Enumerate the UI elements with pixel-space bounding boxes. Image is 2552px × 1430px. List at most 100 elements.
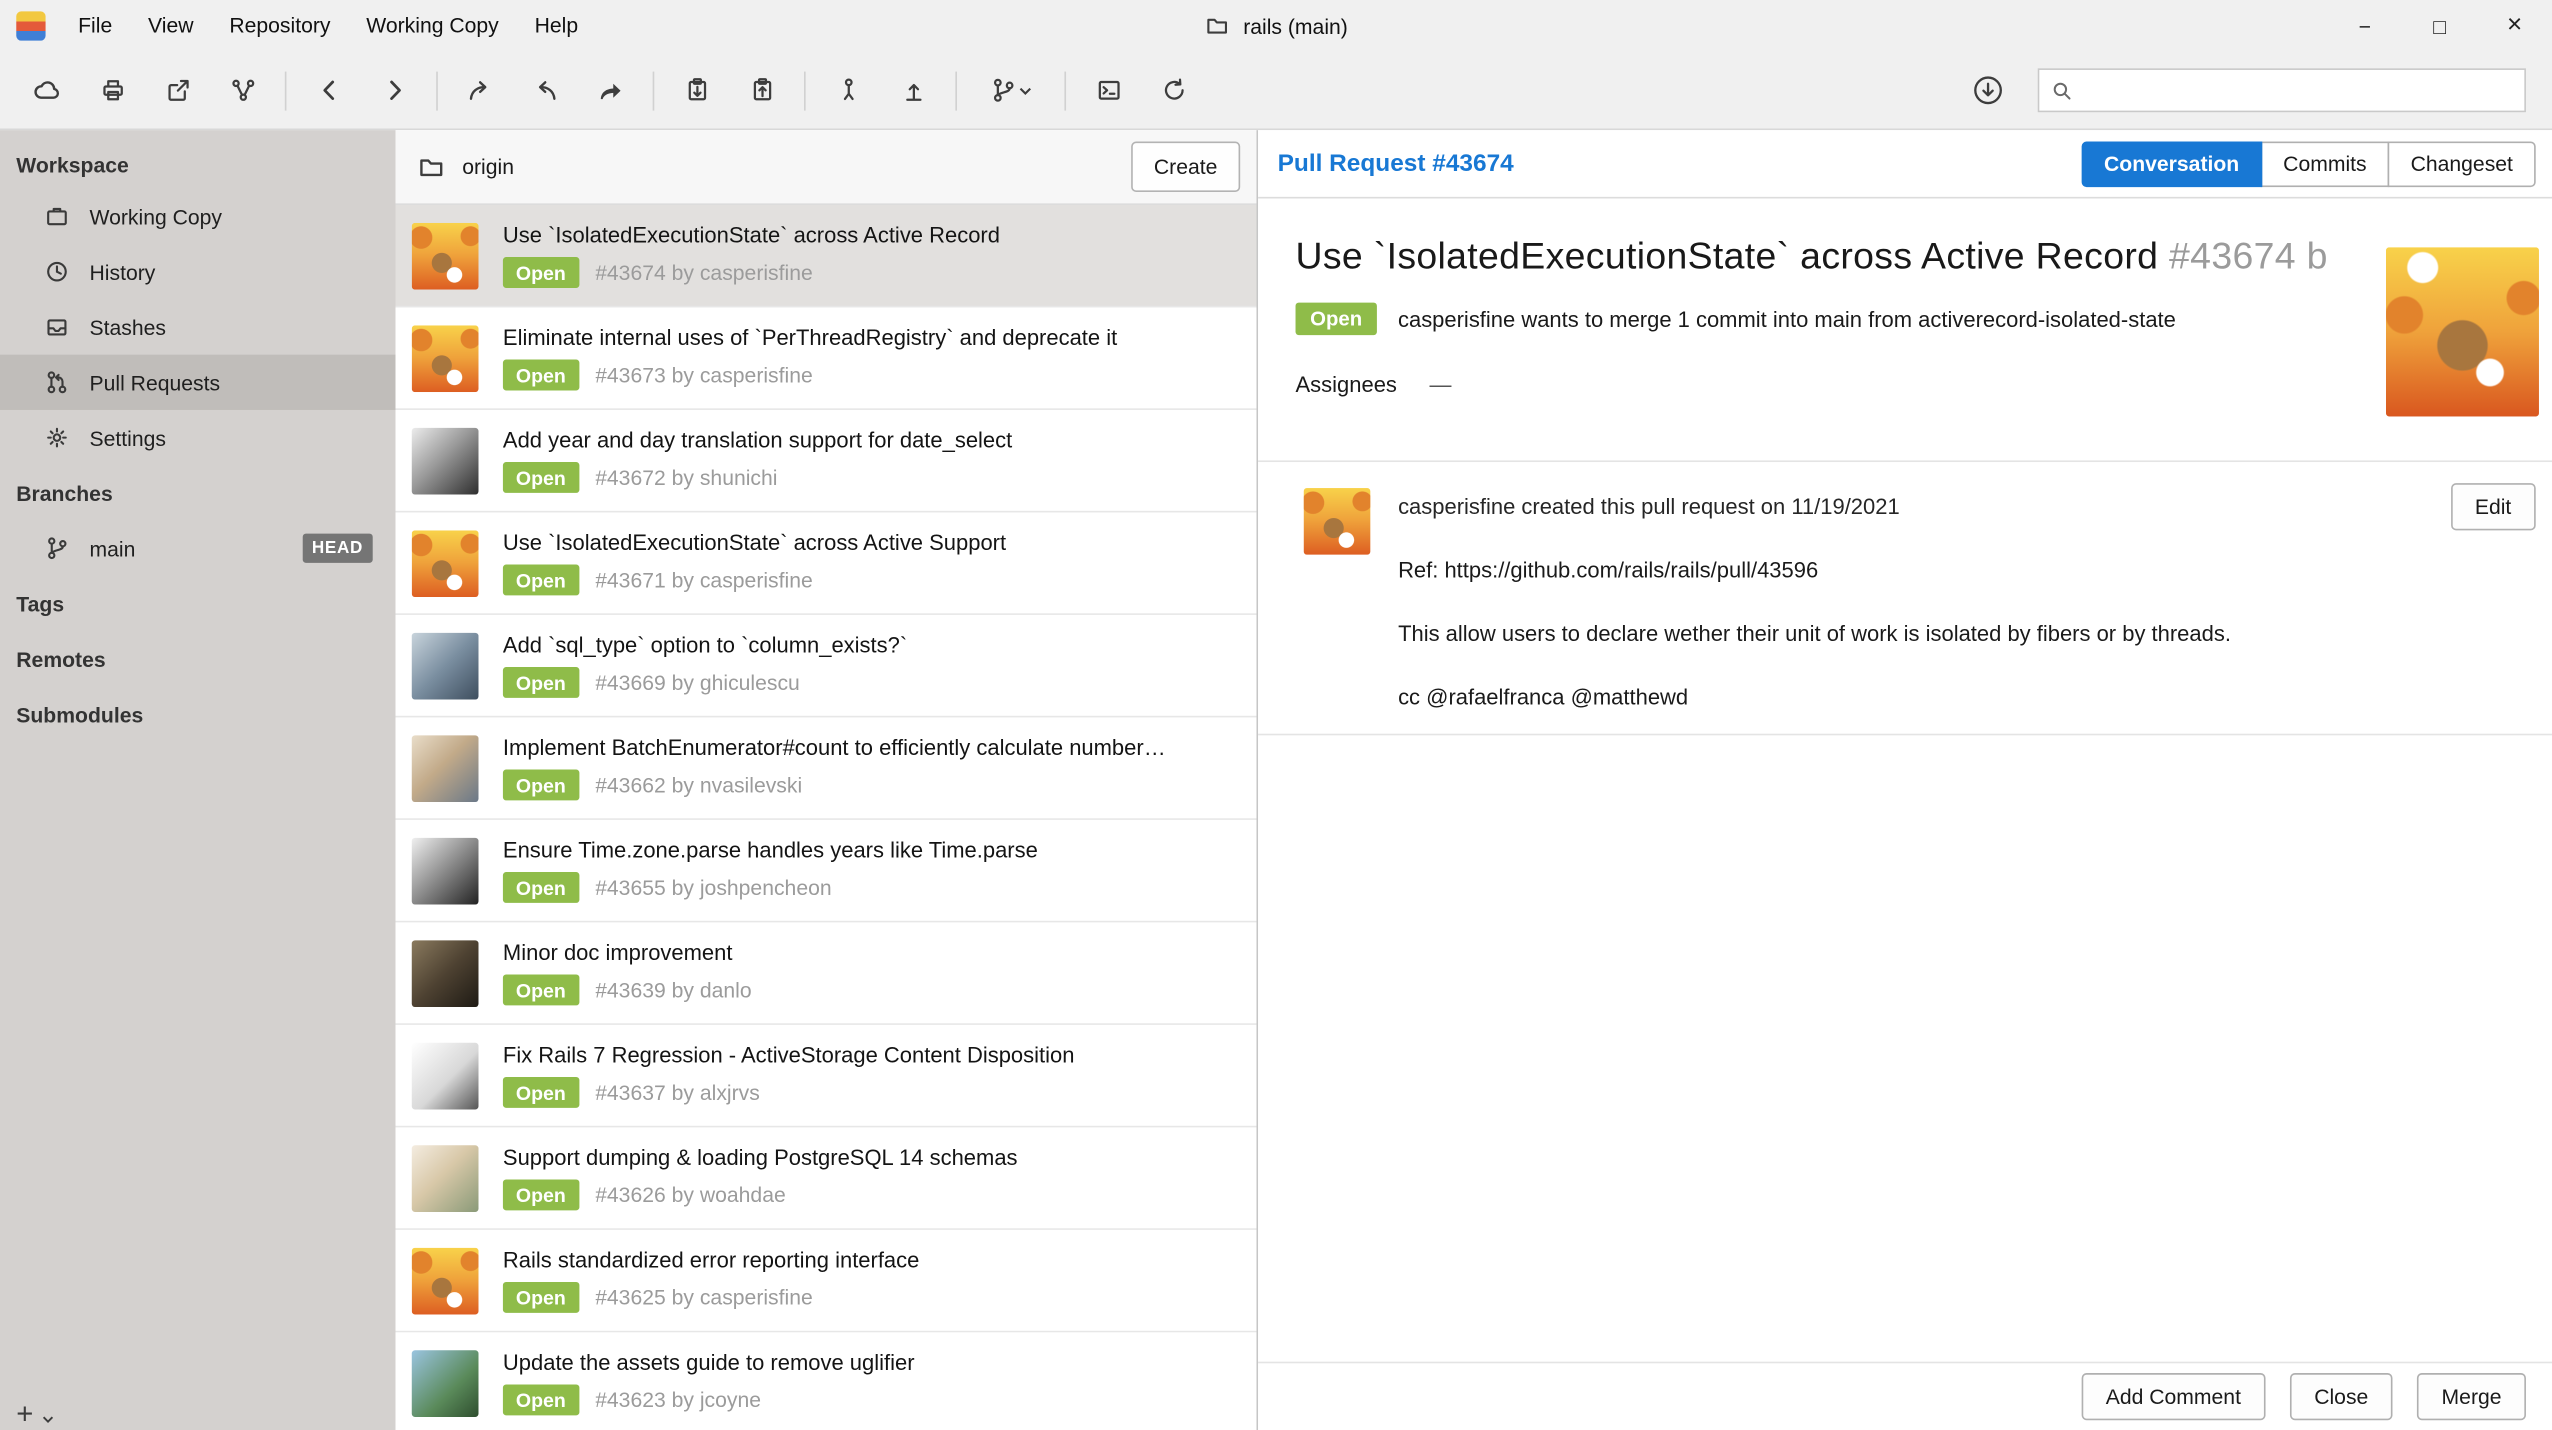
- comment-avatar: [1304, 488, 1371, 555]
- tab-commits[interactable]: Commits: [2260, 141, 2389, 187]
- pop-stash-button[interactable]: [731, 63, 793, 118]
- search-input[interactable]: [2083, 76, 2513, 104]
- pr-title: Use `IsolatedExecutionState` across Acti…: [503, 223, 1240, 247]
- stash-button[interactable]: [666, 63, 728, 118]
- sidebar-item-working-copy[interactable]: Working Copy: [0, 189, 395, 244]
- pr-list-item[interactable]: Rails standardized error reporting inter…: [395, 1230, 1256, 1332]
- title-bar: File View Repository Working Copy Help r…: [0, 0, 2552, 52]
- pr-list-item[interactable]: Eliminate internal uses of `PerThreadReg…: [395, 307, 1256, 409]
- pr-list-item[interactable]: Use `IsolatedExecutionState` across Acti…: [395, 512, 1256, 614]
- remote-folder-icon: [417, 152, 446, 181]
- pull-request-icon: [44, 369, 70, 395]
- pr-meta: #43674 by casperisfine: [595, 260, 813, 284]
- gear-icon: [44, 425, 70, 451]
- add-repository-button[interactable]: +: [16, 1401, 54, 1427]
- menu-view[interactable]: View: [130, 0, 211, 52]
- add-comment-button[interactable]: Add Comment: [2081, 1373, 2265, 1420]
- open-external-button[interactable]: [146, 63, 208, 118]
- sidebar: Workspace Working Copy History Stashes P…: [0, 130, 395, 1430]
- pr-status-badge: Open: [503, 360, 579, 391]
- tags-header[interactable]: Tags: [0, 576, 395, 631]
- pr-title: Support dumping & loading PostgreSQL 14 …: [503, 1145, 1240, 1169]
- submodules-header[interactable]: Submodules: [0, 687, 395, 742]
- pr-avatar: [412, 427, 479, 494]
- pull-button[interactable]: [514, 63, 576, 118]
- comment-line: cc @rafaelfranca @matthewd: [1398, 685, 2422, 709]
- merge-dropdown-button[interactable]: [968, 63, 1053, 118]
- pr-list-item[interactable]: Implement BatchEnumerator#count to effic…: [395, 717, 1256, 819]
- merge-button[interactable]: Merge: [2417, 1373, 2526, 1420]
- pr-meta: #43623 by jcoyne: [595, 1388, 761, 1412]
- menu-file[interactable]: File: [60, 0, 130, 52]
- pr-list-item[interactable]: Support dumping & loading PostgreSQL 14 …: [395, 1127, 1256, 1229]
- pr-detail-title-text: Use `IsolatedExecutionState` across Acti…: [1296, 234, 2159, 276]
- edit-button[interactable]: Edit: [2450, 483, 2535, 530]
- assignees-label: Assignees: [1296, 373, 1397, 397]
- pr-list-item[interactable]: Minor doc improvement Open#43639 by danl…: [395, 922, 1256, 1024]
- pr-avatar: [412, 632, 479, 699]
- folder-icon: [1204, 13, 1230, 39]
- pr-list-item[interactable]: Ensure Time.zone.parse handles years lik…: [395, 820, 1256, 922]
- plus-icon: +: [16, 1401, 33, 1427]
- pull-request-list-panel: origin Create Use `IsolatedExecutionStat…: [395, 130, 1258, 1430]
- refresh-button[interactable]: [1143, 63, 1205, 118]
- pr-avatar: [412, 222, 479, 289]
- pr-avatar: [412, 530, 479, 597]
- pull-request-detail-panel: Pull Request #43674 Conversation Commits…: [1258, 130, 2552, 1430]
- pr-title: Implement BatchEnumerator#count to effic…: [503, 735, 1240, 759]
- push-icon: [596, 76, 625, 105]
- sidebar-item-stashes[interactable]: Stashes: [0, 299, 395, 354]
- assignees-row: Assignees —: [1296, 373, 2341, 397]
- fetch-button[interactable]: [449, 63, 511, 118]
- pr-title: Update the assets guide to remove uglifi…: [503, 1350, 1240, 1374]
- updates-button[interactable]: [1956, 63, 2018, 118]
- close-button[interactable]: ×: [2477, 0, 2552, 52]
- pr-meta: #43672 by shunichi: [595, 465, 777, 489]
- pr-meta: #43673 by casperisfine: [595, 363, 813, 387]
- create-branch-button[interactable]: [882, 63, 944, 118]
- pr-status-badge: Open: [503, 1077, 579, 1108]
- checkout-button[interactable]: [817, 63, 879, 118]
- create-pr-button[interactable]: Create: [1131, 142, 1240, 192]
- pr-title: Eliminate internal uses of `PerThreadReg…: [503, 325, 1240, 349]
- briefcase-icon: [44, 203, 70, 229]
- menu-repository[interactable]: Repository: [211, 0, 348, 52]
- fetch-all-button[interactable]: [16, 63, 78, 118]
- commit-graph-button[interactable]: [212, 63, 274, 118]
- sidebar-item-branch-main[interactable]: main HEAD: [0, 521, 395, 576]
- search-box: [2038, 68, 2526, 112]
- print-button[interactable]: [81, 63, 143, 118]
- close-pr-button[interactable]: Close: [2290, 1373, 2393, 1420]
- detail-footer: Add Comment Close Merge: [1258, 1362, 2552, 1430]
- branches-header[interactable]: Branches: [0, 465, 395, 520]
- menu-working-copy[interactable]: Working Copy: [348, 0, 516, 52]
- forward-button[interactable]: [363, 63, 425, 118]
- pr-detail-number: #43674 b: [2169, 234, 2328, 276]
- minimize-button[interactable]: −: [2327, 0, 2402, 52]
- menu-help[interactable]: Help: [517, 0, 596, 52]
- pr-list-item[interactable]: Add `sql_type` option to `column_exists?…: [395, 615, 1256, 717]
- terminal-button[interactable]: [1077, 63, 1139, 118]
- branch-name: main: [90, 536, 136, 560]
- push-button[interactable]: [579, 63, 641, 118]
- pr-list-item[interactable]: Add year and day translation support for…: [395, 410, 1256, 512]
- tab-changeset[interactable]: Changeset: [2388, 141, 2536, 187]
- app-icon: [16, 11, 45, 40]
- pr-meta: #43639 by danlo: [595, 978, 751, 1002]
- tab-conversation[interactable]: Conversation: [2081, 141, 2262, 187]
- pr-avatar: [412, 1349, 479, 1416]
- back-button[interactable]: [298, 63, 360, 118]
- toolbar-separator: [436, 71, 438, 110]
- maximize-button[interactable]: □: [2402, 0, 2477, 52]
- toolbar-separator: [285, 71, 287, 110]
- sidebar-item-history[interactable]: History: [0, 244, 395, 299]
- person-up-icon: [834, 76, 862, 104]
- remotes-header[interactable]: Remotes: [0, 631, 395, 686]
- window-title-text: rails (main): [1243, 14, 1348, 38]
- pr-list-item[interactable]: Fix Rails 7 Regression - ActiveStorage C…: [395, 1025, 1256, 1127]
- sidebar-item-pull-requests[interactable]: Pull Requests: [0, 355, 395, 410]
- pr-list-item[interactable]: Use `IsolatedExecutionState` across Acti…: [395, 205, 1256, 307]
- pr-avatar: [412, 1042, 479, 1109]
- pr-list-item[interactable]: Update the assets guide to remove uglifi…: [395, 1332, 1256, 1430]
- sidebar-item-settings[interactable]: Settings: [0, 410, 395, 465]
